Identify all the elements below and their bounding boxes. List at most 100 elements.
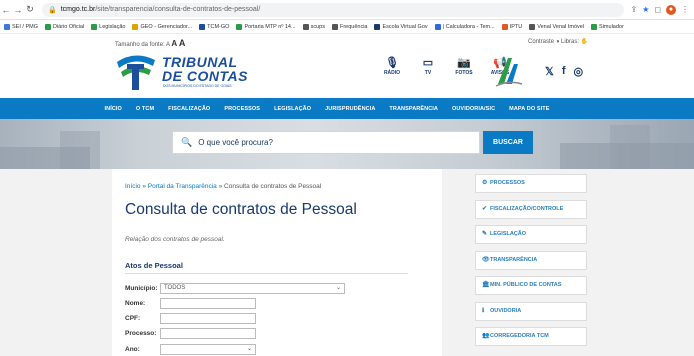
main-menu: INÍCIO O TCM FISCALIZAÇÃO PROCESSOS LEGISLAÇ… [0, 98, 694, 119]
gear-icon: ⚙ [482, 180, 488, 186]
sidebar-button[interactable]: 🏛MIN. PÚBLICO DE CONTAS [475, 276, 587, 295]
address-bar[interactable]: 🔒 tcmgo.tc.br/site/transparencia/consult… [42, 2, 625, 17]
forward-icon[interactable]: → [12, 5, 24, 15]
ano-select[interactable]: ⌄ [160, 344, 256, 355]
bookmark-item[interactable]: | Calculadora - Tem... [434, 23, 495, 30]
sidebar-button-label: CORREGEDORIA TCM [490, 333, 549, 339]
bookmark-item[interactable]: Frequência [331, 23, 367, 30]
bookmark-favicon-icon [529, 23, 536, 30]
menu-item[interactable]: OUVIDORIA/SIC [452, 106, 495, 112]
bookmark-favicon-icon [132, 23, 139, 30]
bookmark-item[interactable]: Portaria MTP nº 14... [236, 23, 296, 30]
processo-label: Processo: [125, 330, 157, 337]
sidebar-button[interactable]: 👁TRANSPARÊNCIA [475, 250, 587, 270]
bookmark-label: IPTU [509, 23, 523, 30]
share-icon[interactable]: ⇪ [630, 5, 637, 14]
menu-item[interactable]: INÍCIO [105, 106, 122, 112]
bookmark-item[interactable]: TCM-GO [199, 23, 230, 30]
window-icon[interactable]: ◻ [654, 5, 661, 14]
menu-item[interactable]: MAPA DO SITE [509, 106, 549, 112]
bookmark-item[interactable]: Escola Virtual Gov [374, 23, 428, 30]
bookmark-label: Escola Virtual Gov [382, 23, 428, 30]
bookmark-favicon-icon [501, 23, 508, 30]
libras-label[interactable]: Libras: [561, 39, 579, 45]
bookmark-item[interactable]: Diário Oficial [44, 23, 84, 30]
menu-item[interactable]: O TCM [136, 106, 154, 112]
bookmark-item[interactable]: SEI / PMG [4, 23, 38, 30]
twitter-icon[interactable]: 𝕏 [545, 65, 554, 78]
sidebar-button-label: FISCALIZAÇÃO/CONTROLE [490, 205, 564, 212]
search-box: 🔍 [172, 131, 480, 154]
sidebar-button[interactable]: ℹ OUVIDORIA [475, 301, 587, 321]
menu-item[interactable]: FISCALIZAÇÃO [168, 106, 210, 112]
bookmark-label: SEI / PMG [12, 23, 38, 30]
media-link-fotos[interactable]: 📷 FOTOS [452, 56, 476, 76]
bookmark-favicon-icon [4, 23, 10, 30]
sidebar-button-label: PROCESSOS [490, 180, 525, 186]
bookmark-label: TCM-GO [207, 23, 230, 30]
bookmark-item[interactable]: IPTU [501, 23, 523, 30]
back-icon[interactable]: ← [0, 5, 12, 15]
municipio-label: Município: [125, 285, 158, 292]
breadcrumb-transparency-link[interactable]: Portal da Transparência [148, 183, 217, 190]
font-large-button[interactable]: A [179, 38, 186, 48]
media-link-label: RÁDIO [383, 70, 401, 76]
bookmark-item[interactable]: Simulador [591, 23, 624, 30]
sidebar-button[interactable]: ✎ LEGISLAÇÃO [475, 225, 587, 244]
nome-input[interactable] [160, 298, 256, 309]
instagram-icon[interactable]: ◎ [574, 65, 584, 78]
bookmark-favicon-icon [302, 23, 309, 30]
ano-label: Ano: [125, 346, 140, 353]
site-header: TRIBUNAL DE CONTAS DOS MUNICÍPIOS DO EST… [0, 48, 694, 98]
sidebar-button[interactable]: ⚙ PROCESSOS [475, 174, 587, 193]
bookmark-item[interactable]: scups [302, 23, 325, 30]
menu-item[interactable]: JURISPRUDÊNCIA [325, 106, 375, 112]
chevron-down-icon: ⌄ [246, 346, 252, 352]
bookmarks-bar: SEI / PMG Diário Oficial Legislação GEO - G… [0, 20, 694, 34]
contrast-icon[interactable]: ◑ [556, 39, 560, 45]
font-medium-button[interactable]: A [171, 39, 177, 48]
menu-item[interactable]: PROCESSOS [224, 106, 260, 112]
libras-hands-icon[interactable]: ✋ [581, 39, 588, 45]
sidebar-button[interactable]: 👥CORREGEDORIA TCM [475, 327, 587, 346]
building-icon: 🏛 [482, 282, 490, 288]
bookmark-favicon-icon [236, 23, 243, 30]
breadcrumb: Início » Portal da Transparência » Consu… [125, 183, 321, 190]
municipio-select[interactable]: TODOS ⌄ [160, 283, 345, 294]
profile-avatar[interactable]: ● [666, 4, 676, 15]
search-input[interactable] [198, 138, 459, 147]
anniversary-badge-icon [495, 58, 523, 87]
bookmark-label: | Calculadora - Tem... [442, 23, 495, 30]
breadcrumb-home-link[interactable]: Início [125, 183, 141, 190]
bookmark-favicon-icon [434, 23, 441, 30]
tcm-logo-icon[interactable] [115, 52, 157, 92]
media-links: 🎙 RÁDIO ▭ TV 📷 FOTOS 📢 AVISOS [380, 56, 512, 76]
contrast-label[interactable]: Contraste [528, 39, 554, 45]
section-divider [125, 273, 408, 274]
menu-item[interactable]: LEGISLAÇÃO [274, 106, 311, 112]
menu-item[interactable]: TRANSPARÊNCIA [389, 106, 438, 112]
bookmark-favicon-icon [91, 23, 98, 30]
bookmark-item[interactable]: GEO - Gerenciador... [132, 23, 192, 30]
sidebar-button[interactable]: ✔ FISCALIZAÇÃO/CONTROLE [475, 199, 587, 219]
camera-icon: 📷 [457, 57, 471, 69]
chevron-down-icon: ⌄ [335, 285, 341, 291]
cpf-input[interactable] [160, 313, 256, 324]
reload-icon[interactable]: ↻ [24, 4, 36, 15]
sidebar-button-label: MIN. PÚBLICO DE CONTAS [490, 282, 562, 288]
bookmark-star-icon[interactable]: ★ [642, 5, 649, 14]
logo-tagline: DOS MUNICÍPIOS DO ESTADO DE GOIÁS [163, 84, 232, 88]
menu-kebab-icon[interactable]: ⋮ [681, 5, 689, 14]
facebook-icon[interactable]: f [562, 65, 566, 78]
url-path: /site/transparencia/consulta-de-contrato… [95, 6, 261, 13]
bookmark-item[interactable]: Legislação [91, 23, 125, 30]
processo-input[interactable] [160, 328, 256, 339]
check-circle-icon: ✔ [482, 205, 488, 212]
bookmark-favicon-icon [199, 23, 206, 30]
content-panel: Início » Portal da Transparência » Consu… [112, 169, 442, 356]
bookmark-item[interactable]: Venal Venal Imóvel [529, 23, 584, 30]
search-button[interactable]: BUSCAR [483, 131, 533, 154]
media-link-tv[interactable]: ▭ TV [416, 56, 440, 76]
media-link-rádio[interactable]: 🎙 RÁDIO [380, 56, 404, 76]
bookmark-favicon-icon [591, 23, 598, 30]
